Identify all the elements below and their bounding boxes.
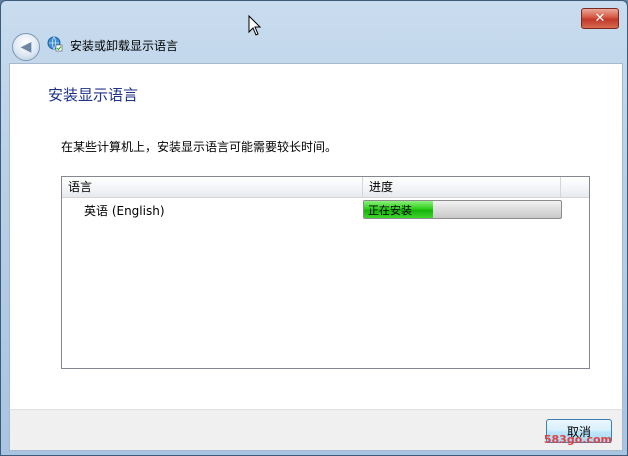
language-globe-icon	[47, 36, 63, 52]
language-name: 英语 (English)	[84, 204, 165, 218]
column-header-progress[interactable]: 进度	[363, 177, 561, 197]
window-title: 安装或卸载显示语言	[70, 39, 179, 53]
mouse-cursor-icon	[248, 15, 262, 36]
language-progress-list[interactable]: 语言 进度 英语 (English) 正在安装	[61, 176, 590, 369]
content-panel: 安装显示语言 在某些计算机上，安装显示语言可能需要较长时间。 语言 进度 英语 …	[9, 63, 623, 411]
progress-status: 正在安装	[368, 204, 412, 217]
list-header: 语言 进度	[62, 177, 589, 198]
page-title: 安装显示语言	[48, 86, 139, 104]
install-progress-bar: 正在安装	[363, 200, 562, 219]
installer-window: ✕ ◀ 安装或卸载显示语言 安装显示语言 在某些计算机上，安装显示语言可能需要较…	[0, 0, 628, 456]
close-button[interactable]: ✕	[581, 8, 619, 29]
page-description: 在某些计算机上，安装显示语言可能需要较长时间。	[61, 140, 338, 154]
footer-bar: 取消 583go.com	[9, 409, 623, 451]
list-item[interactable]: 英语 (English) 正在安装	[62, 198, 589, 220]
watermark: 583go.com	[543, 433, 612, 446]
close-icon: ✕	[594, 11, 606, 26]
column-header-language[interactable]: 语言	[62, 177, 363, 197]
back-button[interactable]: ◀	[12, 33, 40, 61]
back-arrow-icon: ◀	[20, 39, 32, 55]
